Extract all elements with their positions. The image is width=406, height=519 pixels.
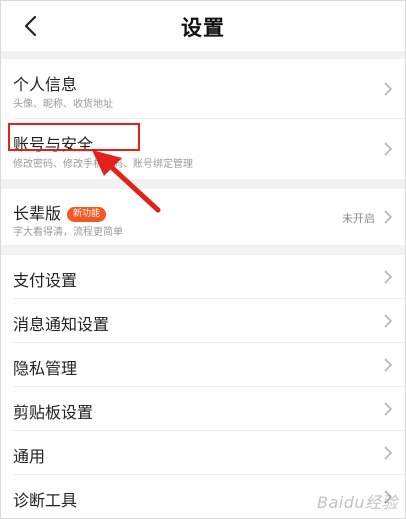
item-title: 通用 bbox=[13, 447, 46, 466]
page-title: 设置 bbox=[181, 16, 225, 40]
chevron-right-icon bbox=[384, 142, 393, 156]
settings-screen: 设置 个人信息 头像、昵称、收货地址 账号与安全 修改密码、修改手机号码、账号绑… bbox=[0, 0, 406, 519]
settings-item-account-security[interactable]: 账号与安全 修改密码、修改手机号码、账号绑定管理 bbox=[1, 119, 405, 179]
chevron-right-icon bbox=[384, 210, 393, 224]
settings-item-notifications[interactable]: 消息通知设置 bbox=[1, 299, 405, 343]
item-subtitle: 修改密码、修改手机号码、账号绑定管理 bbox=[13, 159, 193, 170]
status-text: 未开启 bbox=[342, 212, 375, 225]
item-title: 个人信息 bbox=[13, 75, 78, 94]
item-subtitle: 字大看得清，流程更简单 bbox=[13, 227, 123, 238]
item-title: 支付设置 bbox=[13, 271, 78, 290]
item-subtitle: 头像、昵称、收货地址 bbox=[13, 99, 113, 110]
item-title: 长辈版 bbox=[13, 204, 62, 223]
settings-item-general[interactable]: 通用 bbox=[1, 431, 405, 475]
elder-mode-group: 长辈版 新功能 字大看得清，流程更简单 未开启 bbox=[1, 189, 405, 245]
settings-item-clipboard[interactable]: 剪贴板设置 bbox=[1, 387, 405, 431]
item-title: 消息通知设置 bbox=[13, 315, 110, 334]
settings-item-elder-mode[interactable]: 长辈版 新功能 字大看得清，流程更简单 未开启 bbox=[1, 189, 405, 245]
item-title-wrap: 长辈版 新功能 bbox=[13, 200, 107, 224]
settings-item-privacy[interactable]: 隐私管理 bbox=[1, 343, 405, 387]
baidu-watermark: Baidu经验 bbox=[316, 493, 398, 512]
account-group: 个人信息 头像、昵称、收货地址 账号与安全 修改密码、修改手机号码、账号绑定管理 bbox=[1, 59, 405, 179]
item-title: 诊断工具 bbox=[13, 491, 78, 510]
chevron-right-icon bbox=[384, 314, 393, 328]
new-feature-badge: 新功能 bbox=[67, 207, 107, 222]
settings-item-personal-info[interactable]: 个人信息 头像、昵称、收货地址 bbox=[1, 59, 405, 119]
general-settings-group: 支付设置 消息通知设置 隐私管理 剪贴板设置 通用 诊断工具 bbox=[1, 255, 405, 518]
chevron-right-icon bbox=[384, 270, 393, 284]
item-title: 剪贴板设置 bbox=[13, 403, 94, 422]
header-bar: 设置 bbox=[1, 1, 405, 51]
chevron-right-icon bbox=[384, 446, 393, 460]
chevron-right-icon bbox=[384, 82, 393, 96]
settings-item-payment[interactable]: 支付设置 bbox=[1, 255, 405, 299]
chevron-right-icon bbox=[384, 402, 393, 416]
chevron-right-icon bbox=[384, 358, 393, 372]
item-title: 隐私管理 bbox=[13, 359, 78, 378]
item-title: 账号与安全 bbox=[13, 135, 94, 154]
